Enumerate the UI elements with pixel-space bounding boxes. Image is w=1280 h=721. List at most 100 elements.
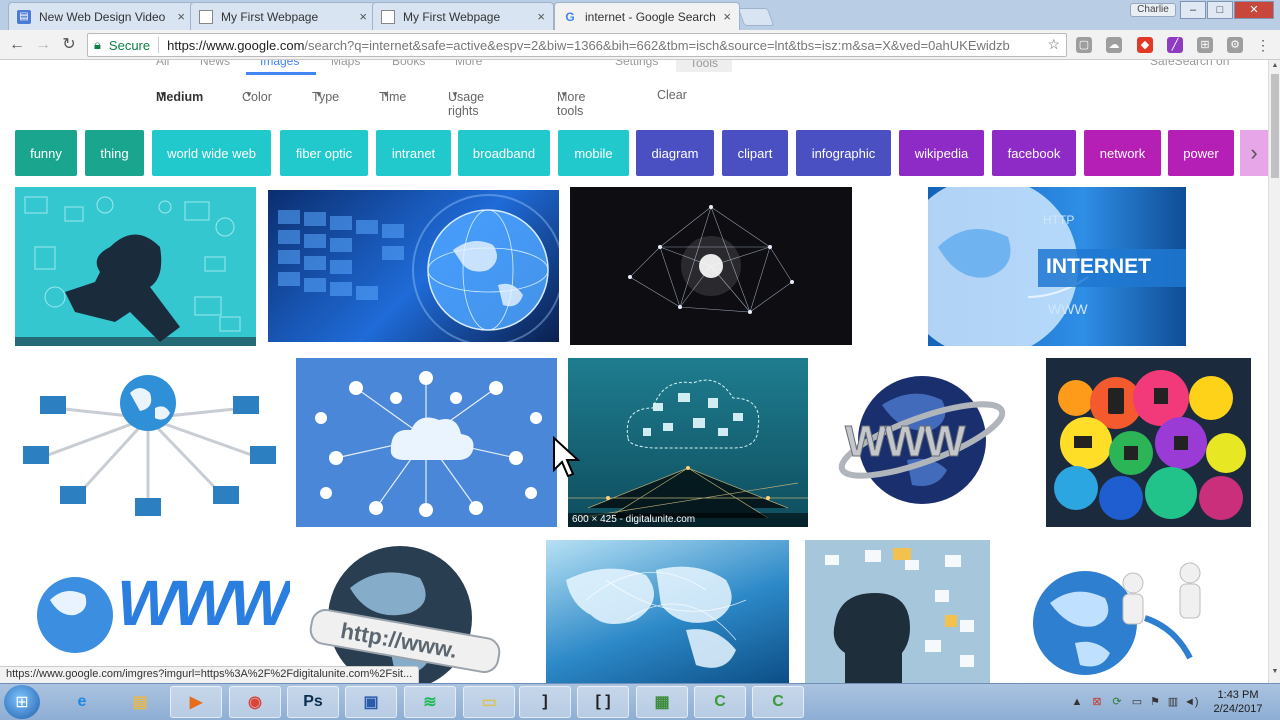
media-player-icon[interactable]: ▶ <box>170 686 222 718</box>
start-button[interactable]: ⊞ <box>4 685 40 719</box>
spotify-icon[interactable]: ≋ <box>404 686 456 718</box>
display-icon[interactable]: ▭ <box>1130 695 1144 709</box>
result-image-world-map[interactable] <box>546 540 789 683</box>
chevron-right-icon[interactable]: › <box>1240 130 1268 176</box>
chip-thing[interactable]: thing <box>85 130 144 176</box>
tab-my-first-webpage-2[interactable]: My First Webpage × <box>372 2 554 30</box>
tab-maps[interactable]: Maps <box>331 60 360 68</box>
www-label: WWW <box>1048 301 1088 317</box>
extension-icon[interactable]: ☁ <box>1106 37 1122 53</box>
maximize-button[interactable]: □ <box>1207 1 1233 19</box>
photoshop-icon[interactable]: Ps <box>287 686 339 718</box>
tab-images[interactable]: Images <box>260 60 299 68</box>
result-image-person-laptop[interactable] <box>15 187 256 346</box>
tab-all[interactable]: All <box>156 60 169 68</box>
result-image-www-blue[interactable]: WWW <box>25 550 290 683</box>
browser-toolbar: ← → ↻ 🔒︎ Secure https://www.google.com/s… <box>0 30 1280 60</box>
chip-broadband[interactable]: broadband <box>458 130 550 176</box>
close-window-button[interactable]: ✕ <box>1234 1 1274 19</box>
chip-facebook[interactable]: facebook <box>992 130 1076 176</box>
result-image-head-icons[interactable] <box>805 540 990 683</box>
tab-books[interactable]: Books <box>392 60 425 68</box>
folder-glyph: ▭ <box>481 694 497 711</box>
extension-icon[interactable]: ⚙ <box>1227 37 1243 53</box>
http-globe-illustration <box>309 546 501 683</box>
image-filters: Medium ▼ Color ▼ Type ▼ Time ▼ Usage rights ▼… <box>156 88 687 118</box>
result-image-network-laptops[interactable] <box>15 358 280 528</box>
result-image-social-icons[interactable] <box>1046 358 1251 527</box>
scroll-up-icon[interactable]: ▲ <box>1270 62 1280 72</box>
new-tab-button[interactable] <box>737 8 775 26</box>
clock[interactable]: 1:43 PM 2/24/2017 <box>1206 688 1270 716</box>
chip-fiber-optic[interactable]: fiber optic <box>280 130 368 176</box>
back-arrow-icon[interactable]: ← <box>8 36 26 54</box>
ide-icon[interactable]: ] <box>519 686 571 718</box>
close-tab-icon[interactable]: × <box>537 9 545 24</box>
caret-down-icon: ▼ <box>315 90 323 99</box>
chip-funny[interactable]: funny <box>15 130 77 176</box>
file-explorer-icon[interactable]: ▤ <box>114 686 166 718</box>
result-image-www-globe[interactable]: WWW <box>837 365 1017 515</box>
folder-icon[interactable]: ▭ <box>463 686 515 718</box>
profile-button[interactable]: Charlie <box>1130 3 1176 17</box>
chip-power[interactable]: power <box>1168 130 1234 176</box>
tools-button[interactable]: Tools <box>676 60 733 72</box>
result-image-cloud-icons[interactable] <box>296 358 557 527</box>
close-tab-icon[interactable]: × <box>177 9 185 24</box>
tab-more[interactable]: More <box>455 60 482 68</box>
safesearch-label[interactable]: SafeSearch on <box>1150 60 1229 68</box>
chip-network[interactable]: network <box>1084 130 1161 176</box>
address-bar[interactable]: 🔒︎ Secure https://www.google.com/search?… <box>87 33 1067 57</box>
forward-arrow-icon[interactable]: → <box>34 36 52 54</box>
spreadsheet-icon[interactable]: ▦ <box>636 686 688 718</box>
result-image-digital-cloud[interactable]: 600 × 425 - digitalunite.com <box>568 358 808 527</box>
close-tab-icon[interactable]: × <box>723 9 731 24</box>
close-tab-icon[interactable]: × <box>359 9 367 24</box>
tab-settings[interactable]: Settings <box>615 60 658 68</box>
sync-icon[interactable]: ⟳ <box>1110 695 1124 709</box>
tab-news[interactable]: News <box>200 60 230 68</box>
chip-diagram[interactable]: diagram <box>636 130 714 176</box>
minimize-button[interactable]: – <box>1180 1 1206 19</box>
chip-wikipedia[interactable]: wikipedia <box>899 130 984 176</box>
globe-screens-illustration <box>278 194 559 342</box>
chrome-icon[interactable]: ◉ <box>229 686 281 718</box>
camtasia-recorder-icon[interactable]: C <box>752 686 804 718</box>
scroll-down-icon[interactable]: ▼ <box>1270 668 1280 678</box>
security-icon[interactable]: ⊠ <box>1090 695 1104 709</box>
chip-mobile[interactable]: mobile <box>558 130 629 176</box>
tab-new-web-design-video[interactable]: ▤ New Web Design Video × <box>8 2 194 30</box>
chip-intranet[interactable]: intranet <box>376 130 451 176</box>
chip-world-wide-web[interactable]: world wide web <box>152 130 271 176</box>
brackets-icon[interactable]: [ ] <box>577 686 629 718</box>
scroll-thumb[interactable] <box>1271 74 1279 178</box>
world-map-illustration <box>566 566 747 668</box>
result-image-internet-banner[interactable]: INTERNET HTTP WWW <box>928 187 1186 346</box>
extension-icon[interactable]: ▢ <box>1076 37 1092 53</box>
extension-icon[interactable]: ◆ <box>1137 37 1153 53</box>
camtasia-glyph: C <box>714 693 726 710</box>
tab-internet-google-search[interactable]: G internet - Google Search × <box>554 2 740 30</box>
result-image-globe-screens[interactable] <box>268 190 559 342</box>
flag-icon[interactable]: ⚑ <box>1148 695 1162 709</box>
camtasia-icon[interactable]: C <box>694 686 746 718</box>
extension-icon[interactable]: ╱ <box>1167 37 1183 53</box>
page-scrollbar[interactable]: ▲ ▼ <box>1268 60 1280 683</box>
menu-icon[interactable]: ⋮ <box>1254 36 1272 54</box>
result-image-network-sphere[interactable] <box>570 187 852 345</box>
result-image-http-globe[interactable]: http://www. <box>300 538 530 683</box>
show-hidden-icons-icon[interactable]: ▲ <box>1070 695 1084 709</box>
chip-infographic[interactable]: infographic <box>796 130 891 176</box>
volume-icon[interactable]: ◄) <box>1184 695 1199 709</box>
reload-icon[interactable]: ↻ <box>60 36 78 54</box>
bookmark-star-icon[interactable]: ☆ <box>1047 36 1060 53</box>
chip-clipart[interactable]: clipart <box>722 130 788 176</box>
internet-explorer-icon[interactable]: e <box>56 686 108 718</box>
extension-icon[interactable]: ⊞ <box>1197 37 1213 53</box>
presentation-icon[interactable]: ▣ <box>345 686 397 718</box>
filter-clear[interactable]: Clear <box>657 88 687 102</box>
result-image-figures-globe[interactable] <box>1025 558 1220 683</box>
tab-my-first-webpage-1[interactable]: My First Webpage × <box>190 2 376 30</box>
network-icon[interactable]: ▥ <box>1166 695 1180 709</box>
brackets-glyph: [ ] <box>595 693 611 710</box>
